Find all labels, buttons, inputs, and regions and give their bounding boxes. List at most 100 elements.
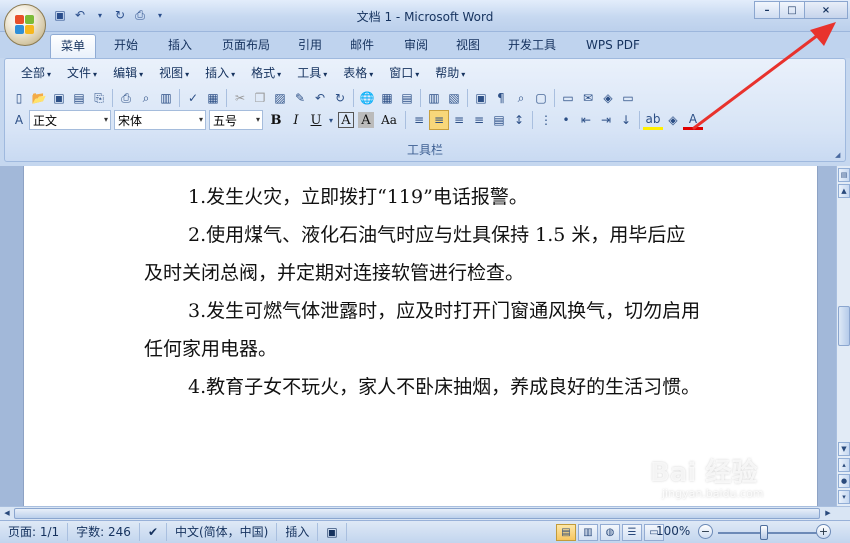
menu-insert[interactable]: 插入 ▾ xyxy=(197,65,243,81)
tab-menu[interactable]: 菜单 xyxy=(50,34,97,58)
word-count[interactable]: 字数: 246 xyxy=(68,523,140,541)
menu-edit[interactable]: 编辑 ▾ xyxy=(105,65,151,81)
redo-icon[interactable]: ↻ xyxy=(330,88,350,108)
new-document-icon[interactable]: ▯ xyxy=(9,88,29,108)
shading-icon[interactable]: ◈ xyxy=(663,110,683,130)
menu-help[interactable]: 帮助 ▾ xyxy=(427,65,473,81)
insert-table-icon[interactable]: ▤ xyxy=(397,88,417,108)
tab-home[interactable]: 开始 xyxy=(104,34,148,58)
horizontal-scrollbar[interactable]: ◀ ▶ xyxy=(0,506,850,520)
permission-icon[interactable]: ▤ xyxy=(69,88,89,108)
line-spacing-icon[interactable]: ↕ xyxy=(509,110,529,130)
document-paragraph[interactable]: 2.使用煤气、液化石油气时应与灶具保持 1.5 米，用毕后应及时关闭总阀，并定期… xyxy=(144,216,704,292)
tab-page-layout[interactable]: 页面布局 xyxy=(212,34,280,58)
tab-references[interactable]: 引用 xyxy=(288,34,332,58)
zoom-icon[interactable]: ⌕ xyxy=(511,88,531,108)
theme-icon[interactable]: ◈ xyxy=(598,88,618,108)
cut-icon[interactable]: ✂ xyxy=(230,88,250,108)
menu-all[interactable]: 全部 ▾ xyxy=(13,65,59,81)
folder-icon[interactable]: ▭ xyxy=(558,88,578,108)
document-map-icon[interactable]: ▣ xyxy=(471,88,491,108)
tab-view[interactable]: 视图 xyxy=(446,34,490,58)
scroll-up-icon[interactable]: ▲ xyxy=(838,184,850,198)
zoom-level[interactable]: 100% xyxy=(656,524,690,538)
tab-mailings[interactable]: 邮件 xyxy=(340,34,384,58)
distributed-icon[interactable]: ▤ xyxy=(489,110,509,130)
full-screen-reading-icon[interactable]: ▥ xyxy=(578,524,598,541)
show-hide-icon[interactable]: ¶ xyxy=(491,88,511,108)
save-icon[interactable]: ▣ xyxy=(49,88,69,108)
page-count[interactable]: 页面: 1/1 xyxy=(0,523,69,541)
font-select[interactable]: 宋体 ▾ xyxy=(114,110,206,130)
language-indicator[interactable]: 中文(简体，中国) xyxy=(167,523,278,541)
close-button[interactable]: × xyxy=(804,1,848,19)
zoom-out-icon[interactable]: − xyxy=(698,524,713,539)
zoom-slider[interactable] xyxy=(718,532,818,534)
undo-icon[interactable]: ↶ xyxy=(310,88,330,108)
scroll-down-icon[interactable]: ▼ xyxy=(838,442,850,456)
open-folder-icon[interactable]: 📂 xyxy=(29,88,49,108)
tab-insert[interactable]: 插入 xyxy=(158,34,202,58)
scroll-left-icon[interactable]: ◀ xyxy=(1,508,13,519)
document-paragraph[interactable]: 4.教育子女不玩火，家人不卧床抽烟，养成良好的生活习惯。 xyxy=(144,368,704,406)
outline-view-icon[interactable]: ☰ xyxy=(622,524,642,541)
menu-table[interactable]: 表格 ▾ xyxy=(335,65,381,81)
pdf-icon[interactable]: ⎘ xyxy=(89,88,109,108)
document-paragraph[interactable]: 1.发生火灾，立即拨打“119”电话报警。 xyxy=(144,178,704,216)
format-painter-icon[interactable]: ✎ xyxy=(290,88,310,108)
ruler-toggle-icon[interactable]: ▤ xyxy=(838,168,850,182)
macro-record-icon[interactable]: ▣ xyxy=(318,523,347,541)
bold-button[interactable]: B xyxy=(266,110,286,130)
zoom-slider-handle[interactable] xyxy=(760,525,768,540)
horizontal-scroll-thumb[interactable] xyxy=(14,508,820,519)
maximize-button[interactable]: □ xyxy=(779,1,805,19)
zoom-in-icon[interactable]: + xyxy=(816,524,831,539)
tab-review[interactable]: 审阅 xyxy=(394,34,438,58)
styles-pane-icon[interactable]: A xyxy=(9,110,29,130)
style-select[interactable]: 正文 ▾ xyxy=(29,110,111,130)
sort-icon[interactable]: ↓ xyxy=(616,110,636,130)
print-layout-view-icon[interactable]: ▤ xyxy=(556,524,576,541)
numbering-icon[interactable]: ⋮ xyxy=(536,110,556,130)
italic-button[interactable]: I xyxy=(286,110,306,130)
next-page-icon[interactable]: ▾ xyxy=(838,490,850,504)
vertical-scroll-thumb[interactable] xyxy=(838,306,850,346)
columns-icon[interactable]: ▥ xyxy=(424,88,444,108)
tab-developer[interactable]: 开发工具 xyxy=(498,34,566,58)
menu-view[interactable]: 视图 ▾ xyxy=(151,65,197,81)
align-center-icon[interactable]: ≡ xyxy=(429,110,449,130)
hyperlink-icon[interactable]: 🌐 xyxy=(357,88,377,108)
change-case-button[interactable]: Aa xyxy=(376,110,402,130)
envelope-icon[interactable]: ✉ xyxy=(578,88,598,108)
increase-indent-icon[interactable]: ⇥ xyxy=(596,110,616,130)
font-size-select[interactable]: 五号 ▾ xyxy=(209,110,263,130)
options-icon[interactable]: ▭ xyxy=(618,88,638,108)
menu-format[interactable]: 格式 ▾ xyxy=(243,65,289,81)
highlight-icon[interactable]: ab xyxy=(643,110,663,130)
menu-file[interactable]: 文件 ▾ xyxy=(59,65,105,81)
office-button[interactable] xyxy=(4,4,46,46)
tables-borders-icon[interactable]: ▦ xyxy=(377,88,397,108)
vertical-scrollbar[interactable]: ▤ ▲ ▼ ▴ ● ▾ xyxy=(836,166,850,506)
underline-button[interactable]: U xyxy=(306,110,326,130)
align-left-icon[interactable]: ≡ xyxy=(409,110,429,130)
menu-tools[interactable]: 工具 ▾ xyxy=(289,65,335,81)
document-paragraph[interactable]: 3.发生可燃气体泄露时，应及时打开门窗通风换气，切勿启用任何家用电器。 xyxy=(144,292,704,368)
print-icon[interactable]: ⎙ xyxy=(116,88,136,108)
research-icon[interactable]: ▥ xyxy=(156,88,176,108)
select-browse-object-icon[interactable]: ● xyxy=(838,474,850,488)
justify-icon[interactable]: ≡ xyxy=(469,110,489,130)
decrease-indent-icon[interactable]: ⇤ xyxy=(576,110,596,130)
menu-window[interactable]: 窗口 ▾ xyxy=(381,65,427,81)
drawing-icon[interactable]: ▧ xyxy=(444,88,464,108)
character-border-button[interactable]: A xyxy=(338,112,354,128)
insert-mode[interactable]: 插入 xyxy=(277,523,319,541)
proofing-icon[interactable]: ✔ xyxy=(140,523,167,541)
bullets-icon[interactable]: • xyxy=(556,110,576,130)
paste-icon[interactable]: ▨ xyxy=(270,88,290,108)
align-right-icon[interactable]: ≡ xyxy=(449,110,469,130)
previous-page-icon[interactable]: ▴ xyxy=(838,458,850,472)
copy-icon[interactable]: ❐ xyxy=(250,88,270,108)
character-shading-button[interactable]: A xyxy=(358,112,374,128)
minimize-button[interactable]: – xyxy=(754,1,780,19)
